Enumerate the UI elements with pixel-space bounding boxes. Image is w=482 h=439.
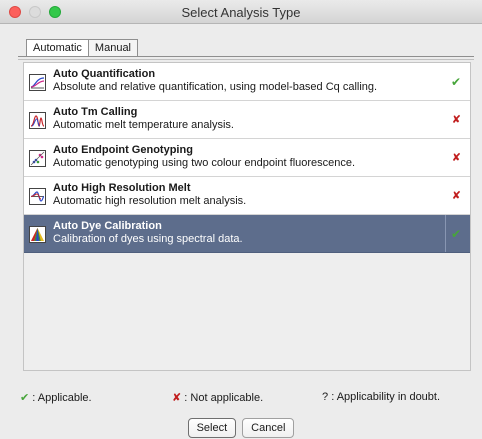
analysis-row-tm-calling[interactable]: Auto Tm Calling Automatic melt temperatu… — [24, 101, 470, 139]
analysis-description: Automatic melt temperature analysis. — [53, 119, 234, 131]
analysis-description: Automatic high resolution melt analysis. — [53, 195, 247, 207]
analysis-description: Automatic genotyping using two colour en… — [53, 157, 356, 169]
analysis-name: Auto Endpoint Genotyping — [53, 144, 193, 156]
legend-applicable: ✔ : Applicable. — [20, 391, 92, 404]
analysis-name: Auto Dye Calibration — [53, 220, 162, 232]
legend-in-doubt: ? : Applicability in doubt. — [322, 391, 440, 403]
legend-not-applicable: ✘ : Not applicable. — [172, 391, 263, 404]
analysis-row-quantification[interactable]: Auto Quantification Absolute and relativ… — [24, 63, 470, 101]
legend-label: : Applicability in doubt. — [331, 391, 441, 403]
title-bar: Select Analysis Type — [0, 0, 482, 24]
melt-peak-icon — [29, 112, 46, 129]
dye-calibration-icon — [29, 226, 46, 243]
not-applicable-cross-icon: ✘ — [172, 392, 182, 404]
not-applicable-cross-icon: ✘ — [451, 152, 461, 164]
analysis-tabs: Automatic Manual — [26, 39, 138, 57]
analysis-list[interactable]: Auto Quantification Absolute and relativ… — [23, 62, 471, 371]
applicable-check-icon: ✔ — [450, 75, 461, 89]
tab-manual[interactable]: Manual — [87, 39, 138, 57]
quantification-icon — [29, 74, 46, 91]
analysis-row-dye-calibration[interactable]: Auto Dye Calibration Calibration of dyes… — [24, 215, 470, 253]
tab-automatic[interactable]: Automatic — [26, 39, 89, 57]
dialog-buttons: Select Cancel — [0, 418, 482, 438]
analysis-row-endpoint-genotyping[interactable]: Auto Endpoint Genotyping Automatic genot… — [24, 139, 470, 177]
analysis-row-high-resolution-melt[interactable]: Auto High Resolution Melt Automatic high… — [24, 177, 470, 215]
analysis-description: Absolute and relative quantification, us… — [53, 81, 378, 93]
not-applicable-cross-icon: ✘ — [451, 114, 461, 126]
cancel-button[interactable]: Cancel — [242, 418, 295, 438]
row-divider — [445, 215, 446, 252]
analysis-name: Auto Quantification — [53, 68, 156, 80]
not-applicable-cross-icon: ✘ — [451, 190, 461, 202]
legend-label: : Applicable. — [32, 392, 92, 404]
select-button[interactable]: Select — [187, 418, 237, 438]
analysis-name: Auto High Resolution Melt — [53, 182, 191, 194]
tab-divider — [18, 56, 474, 60]
window-title: Select Analysis Type — [181, 5, 301, 20]
hrm-icon — [29, 188, 46, 205]
genotyping-icon — [29, 150, 46, 167]
doubt-mark-icon: ? — [322, 391, 329, 403]
analysis-description: Calibration of dyes using spectral data. — [53, 233, 243, 245]
analysis-name: Auto Tm Calling — [53, 106, 138, 118]
applicable-check-icon: ✔ — [450, 227, 461, 241]
legend-label: : Not applicable. — [184, 392, 264, 404]
applicable-check-icon: ✔ — [20, 392, 30, 404]
